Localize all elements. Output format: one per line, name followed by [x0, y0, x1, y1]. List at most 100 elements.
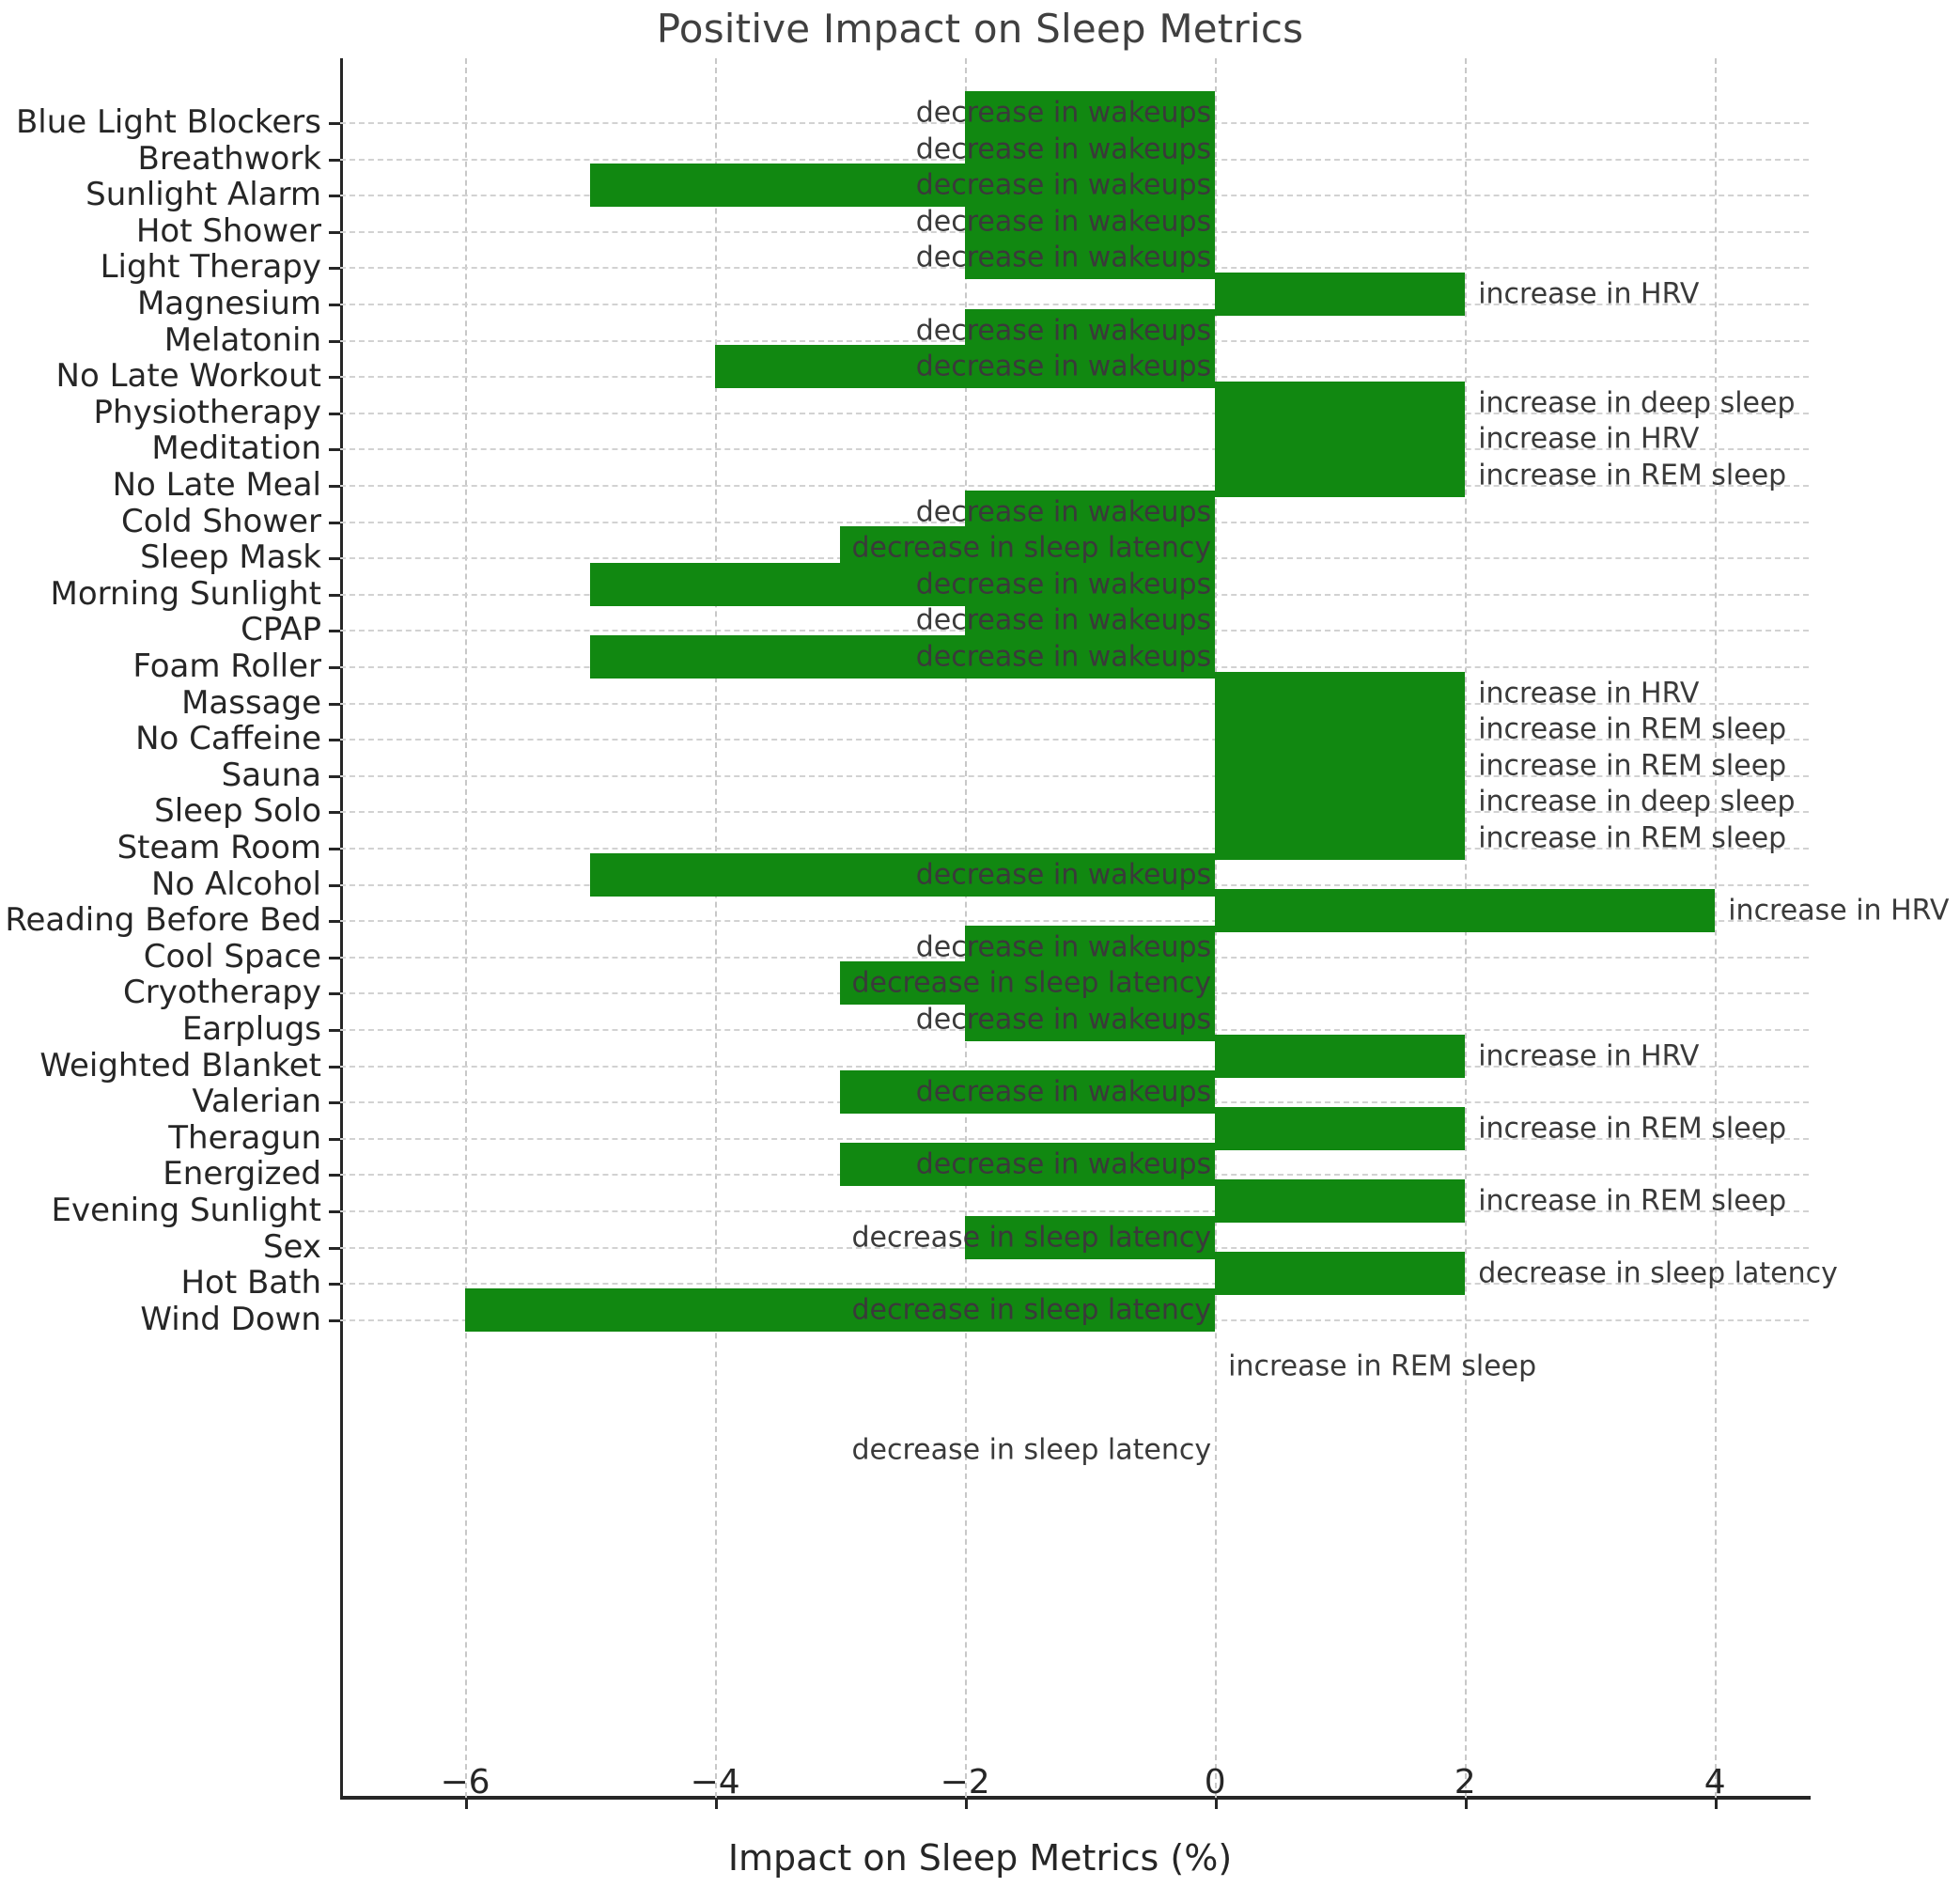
y-tick-label: Reading Before Bed: [5, 901, 321, 940]
y-tick-mark: [329, 267, 340, 271]
trailing-annotation: increase in REM sleep: [1228, 1349, 1537, 1383]
y-tick-label: Evening Sunlight: [51, 1192, 322, 1229]
y-tick-label: Hot Bath: [180, 1264, 321, 1302]
y-tick-label: Morning Sunlight: [50, 574, 322, 613]
y-tick-mark: [329, 304, 340, 306]
plot-area: decrease in wakeups decrease in wakeups de…: [329, 58, 1949, 1809]
bar-value-label: increase in deep sleep: [1478, 785, 1796, 819]
bar-value-label: increase in HRV: [1478, 1039, 1700, 1073]
y-tick-mark: [329, 557, 340, 561]
y-tick-label: Blue Light Blockers: [15, 103, 321, 141]
bar-value-label: decrease in wakeups: [915, 930, 1212, 964]
y-tick-mark: [329, 1210, 340, 1213]
y-tick-label: Sex: [262, 1227, 321, 1266]
bar: [1215, 889, 1716, 933]
x-gridline: [1715, 58, 1718, 1798]
y-tick-label: No Alcohol: [150, 865, 321, 903]
y-tick-mark: [329, 630, 340, 633]
y-tick-mark: [329, 1246, 340, 1250]
bar: [1215, 817, 1466, 860]
y-tick-mark: [329, 1283, 340, 1287]
bar-value-label: decrease in wakeups: [915, 205, 1212, 239]
y-tick-label: Sunlight Alarm: [86, 176, 321, 214]
bar-value-label: decrease in sleep latency: [1478, 1256, 1838, 1290]
y-tick-mark: [329, 195, 340, 198]
y-tick-mark: [329, 848, 340, 850]
y-tick-mark: [329, 1174, 340, 1178]
bar-value-label: decrease in wakeups: [915, 350, 1212, 383]
y-tick-label: Theragun: [168, 1118, 321, 1157]
y-tick-label: Light Therapy: [100, 248, 321, 287]
y-tick-mark: [329, 920, 340, 924]
y-tick-mark: [329, 1101, 340, 1105]
y-tick-mark: [329, 376, 340, 380]
y-tick-label: Sleep Solo: [154, 792, 321, 831]
y-tick-label: Magnesium: [136, 285, 321, 322]
bar-value-label: increase in HRV: [1728, 894, 1950, 928]
x-tick-label: 2: [1454, 1763, 1476, 1802]
bar-value-label: decrease in wakeups: [915, 640, 1212, 674]
bar-value-label: increase in REM sleep: [1478, 712, 1787, 746]
y-tick-label: Wind Down: [140, 1300, 321, 1338]
x-axis-title: Impact on Sleep Metrics (%): [727, 1837, 1233, 1879]
bar-value-label: decrease in wakeups: [915, 168, 1212, 202]
bar-value-label: decrease in wakeups: [915, 1075, 1212, 1109]
bar-value-label: increase in HRV: [1478, 422, 1700, 456]
y-tick-mark: [329, 122, 340, 125]
y-tick-mark: [329, 448, 340, 452]
y-tick-mark: [329, 702, 340, 706]
y-tick-label: Energized: [163, 1155, 321, 1193]
y-tick-label: Steam Room: [117, 829, 321, 866]
bar-value-label: decrease in wakeups: [915, 495, 1212, 529]
y-tick-mark: [329, 412, 340, 415]
y-tick-label: Physiotherapy: [93, 393, 321, 431]
bar: [1215, 1106, 1466, 1150]
bar: [1215, 1179, 1466, 1223]
x-tick-label: −2: [940, 1763, 990, 1802]
y-tick-mark: [329, 1029, 340, 1032]
y-tick-label: Cold Shower: [120, 502, 321, 540]
bar-value-label: decrease in wakeups: [915, 314, 1212, 348]
y-tick-label: Sleep Mask: [140, 538, 321, 577]
bar-value-label: decrease in sleep latency: [851, 1293, 1212, 1327]
y-tick-label: Foam Roller: [132, 647, 321, 685]
y-tick-label: Cryotherapy: [123, 974, 321, 1012]
bar-value-label: decrease in wakeups: [915, 241, 1212, 274]
y-tick-mark: [329, 992, 340, 996]
bar-value-label: decrease in sleep latency: [851, 531, 1212, 565]
y-tick-label: Sauna: [221, 756, 321, 794]
y-tick-label: Earplugs: [181, 1010, 321, 1048]
y-tick-mark: [329, 739, 340, 742]
y-tick-label: No Caffeine: [135, 720, 321, 758]
y-tick-mark: [329, 811, 340, 815]
y-tick-label: Breathwork: [137, 139, 321, 178]
bar-value-label: decrease in wakeups: [915, 1147, 1212, 1181]
y-tick-label: No Late Workout: [55, 357, 321, 396]
bar: [1215, 273, 1466, 316]
y-tick-mark: [329, 485, 340, 488]
bar-value-label: increase in REM sleep: [1478, 749, 1787, 783]
y-tick-mark: [329, 593, 340, 597]
y-tick-mark: [329, 158, 340, 162]
bar-value-label: increase in REM sleep: [1478, 459, 1787, 492]
y-tick-label: Massage: [181, 683, 321, 722]
y-tick-label: Cool Space: [143, 937, 321, 975]
bar-value-label: increase in REM sleep: [1478, 821, 1787, 855]
y-tick-mark: [329, 1318, 340, 1322]
y-tick-mark: [329, 521, 340, 524]
bar-value-label: decrease in sleep latency: [851, 966, 1212, 1000]
x-tick-label: −6: [440, 1763, 490, 1802]
bar-value-label: increase in HRV: [1478, 277, 1700, 311]
bar-value-label: decrease in wakeups: [915, 858, 1212, 892]
y-tick-label: Hot Shower: [135, 211, 321, 250]
y-tick-mark: [329, 1065, 340, 1068]
trailing-annotation: decrease in sleep latency: [851, 1433, 1212, 1467]
chart-figure: Positive Impact on Sleep Metrics decreas…: [0, 0, 1960, 1903]
x-tick-label: −4: [690, 1763, 740, 1802]
bar-value-label: decrease in wakeups: [915, 568, 1212, 601]
y-tick-mark: [329, 666, 340, 669]
y-tick-label: Valerian: [192, 1083, 321, 1121]
bar-value-label: increase in deep sleep: [1478, 386, 1796, 420]
y-tick-mark: [329, 1137, 340, 1141]
bar-value-label: increase in REM sleep: [1478, 1112, 1787, 1146]
